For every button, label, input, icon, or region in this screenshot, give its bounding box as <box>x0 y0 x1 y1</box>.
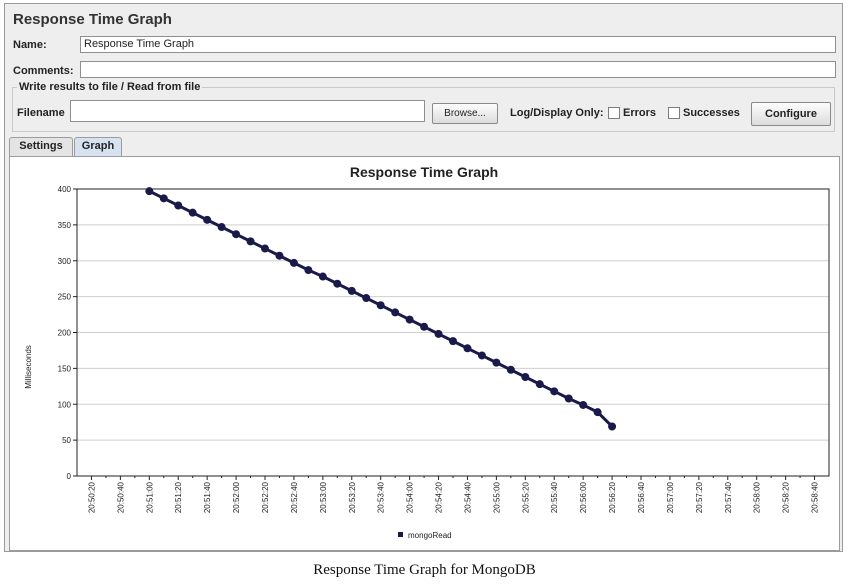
chart-title: Response Time Graph <box>350 164 498 180</box>
data-point <box>232 230 241 239</box>
data-point <box>564 394 573 403</box>
successes-label: Successes <box>683 107 740 119</box>
data-point <box>145 187 154 196</box>
data-point <box>405 315 414 324</box>
response-time-graph-window: Response Time Graph Name: Response Time … <box>4 3 843 552</box>
x-tick-label: 20:53:00 <box>319 481 328 513</box>
x-tick-label: 20:56:00 <box>579 481 588 513</box>
x-tick-label: 20:53:20 <box>348 481 357 513</box>
filename-label: Filename <box>17 107 65 119</box>
x-tick-label: 20:50:20 <box>87 481 96 513</box>
browse-button[interactable]: Browse... <box>432 103 498 124</box>
comments-label: Comments: <box>13 65 74 77</box>
data-point <box>449 337 457 346</box>
x-tick-label: 20:54:20 <box>435 481 444 513</box>
x-tick-label: 20:57:00 <box>666 481 675 513</box>
graph-panel: Response Time Graph Milliseconds 0 50 100 1… <box>9 156 840 551</box>
x-tick-label: 20:58:00 <box>753 481 762 513</box>
tab-settings[interactable]: Settings <box>9 137 73 156</box>
y-tick-label: 400 <box>58 185 72 194</box>
x-tick-label: 20:52:00 <box>232 481 241 513</box>
errors-label: Errors <box>623 107 657 119</box>
y-tick-label: 50 <box>62 436 71 445</box>
x-tick-label: 20:55:40 <box>550 481 559 513</box>
name-label: Name: <box>13 39 47 51</box>
response-time-chart: Response Time Graph Milliseconds 0 50 100 1… <box>24 164 830 540</box>
x-tick-label: 20:58:20 <box>782 481 791 513</box>
filename-field[interactable] <box>70 100 425 122</box>
data-point <box>420 322 429 331</box>
data-point <box>550 387 559 396</box>
legend-swatch <box>398 532 403 537</box>
x-tick-label: 20:55:20 <box>521 481 530 513</box>
x-tick-label: 20:56:40 <box>637 481 646 513</box>
x-tick-label: 20:50:40 <box>116 481 125 513</box>
data-point <box>608 422 617 431</box>
y-tick-label: 150 <box>58 364 72 373</box>
data-point <box>289 258 298 267</box>
data-point <box>434 329 443 338</box>
data-point <box>579 400 588 409</box>
data-point <box>203 215 212 224</box>
data-point <box>275 251 284 260</box>
comments-field[interactable] <box>80 61 836 78</box>
legend: mongoRead <box>398 531 452 540</box>
data-point <box>593 408 602 417</box>
x-tick-label: 20:57:40 <box>724 481 733 513</box>
tab-graph[interactable]: Graph <box>74 137 122 157</box>
x-tick-label: 20:51:40 <box>203 481 212 513</box>
page-title: Response Time Graph <box>13 11 172 28</box>
data-point <box>376 301 385 310</box>
data-point <box>477 351 486 360</box>
y-tick-label: 250 <box>58 293 72 302</box>
data-point <box>506 365 515 374</box>
errors-checkbox[interactable] <box>608 107 620 119</box>
x-tick-label: 20:55:00 <box>492 481 501 513</box>
x-tick-label: 20:53:40 <box>377 481 386 513</box>
data-point <box>261 244 269 253</box>
data-point <box>333 279 342 288</box>
data-point <box>246 237 255 246</box>
data-point <box>463 344 472 353</box>
x-tick-label: 20:52:20 <box>261 481 270 513</box>
configure-button[interactable]: Configure <box>751 102 831 126</box>
y-tick-label: 0 <box>67 472 72 481</box>
data-point <box>535 380 544 389</box>
data-point <box>159 194 168 203</box>
data-point <box>362 294 371 303</box>
y-tick-label: 300 <box>58 257 72 266</box>
x-tick-label: 20:54:40 <box>463 481 472 513</box>
data-point <box>347 286 356 295</box>
data-point <box>521 372 530 381</box>
x-tick-label: 20:54:00 <box>406 481 415 513</box>
x-tick-label: 20:51:20 <box>174 481 183 513</box>
x-tick-label: 20:51:00 <box>145 481 154 513</box>
data-point <box>174 201 183 210</box>
data-point <box>217 223 226 232</box>
successes-checkbox[interactable] <box>668 107 680 119</box>
log-display-label: Log/Display Only: <box>510 107 604 119</box>
data-point <box>492 358 501 367</box>
data-point <box>391 308 400 317</box>
name-field[interactable]: Response Time Graph <box>80 36 836 53</box>
x-tick-label: 20:58:40 <box>811 481 820 513</box>
x-tick-label: 20:56:20 <box>608 481 617 513</box>
y-axis-label: Milliseconds <box>24 345 33 389</box>
file-group-title: Write results to file / Read from file <box>17 81 203 93</box>
data-point <box>304 266 313 275</box>
y-tick-label: 350 <box>58 221 72 230</box>
y-tick-label: 100 <box>58 400 72 409</box>
x-tick-label: 20:52:40 <box>290 481 299 513</box>
y-tick-label: 200 <box>58 329 72 338</box>
x-tick-label: 20:57:20 <box>695 481 704 513</box>
figure-caption: Response Time Graph for MongoDB <box>313 562 536 578</box>
legend-label: mongoRead <box>408 531 452 540</box>
data-point <box>188 208 197 217</box>
data-point <box>318 272 327 281</box>
